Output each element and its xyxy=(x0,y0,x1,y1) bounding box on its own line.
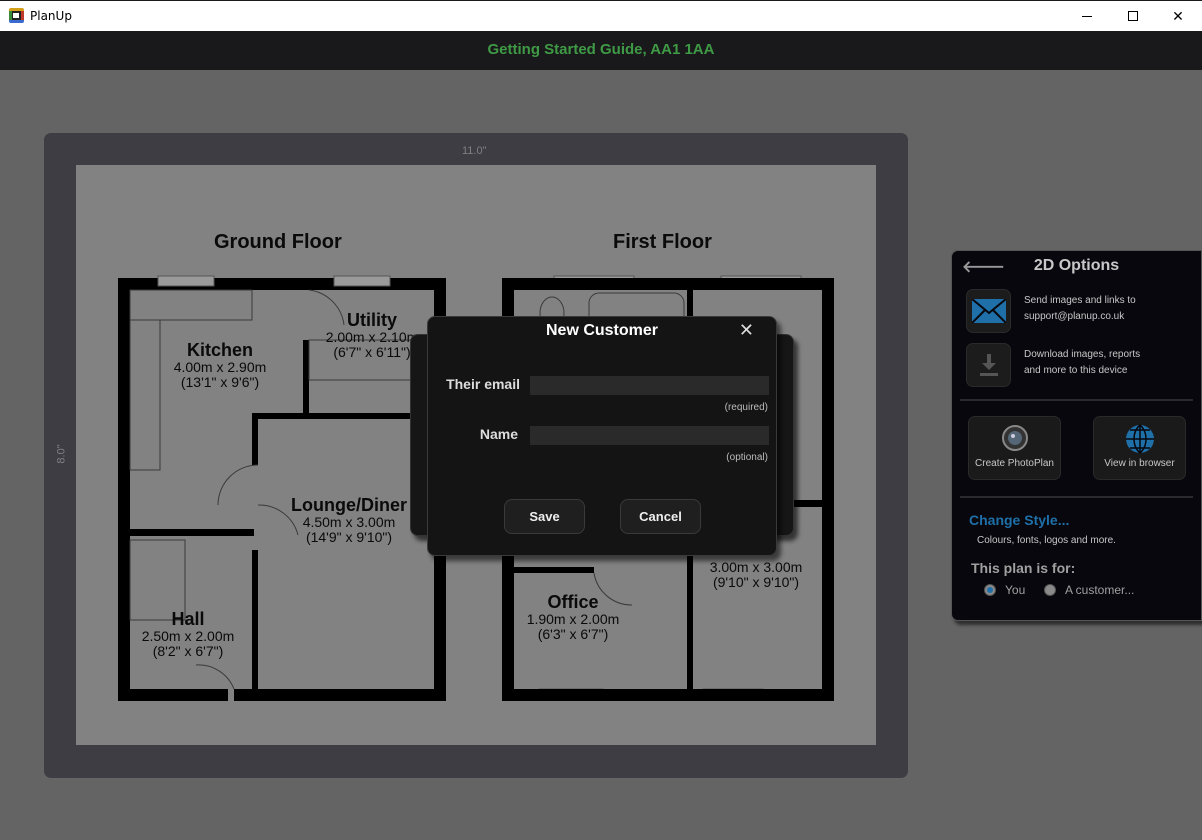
ruler-height-label: 8.0" xyxy=(55,444,68,464)
name-optional-hint: (optional) xyxy=(726,452,768,463)
room-kitchen[interactable]: Kitchen 4.00m x 2.90m (13'1" x 9'6") xyxy=(160,340,280,390)
close-icon: ✕ xyxy=(738,320,754,340)
room-name: Kitchen xyxy=(186,340,253,360)
email-required-hint: (required) xyxy=(724,402,768,413)
room-office[interactable]: Office 1.90m x 2.00m (6'3" x 6'7") xyxy=(513,592,633,642)
room-name: Office xyxy=(547,592,599,612)
planup-app-icon xyxy=(9,8,24,23)
app-header: Getting Started Guide, AA1 1AA xyxy=(0,31,1202,70)
radio-customer-label: A customer... xyxy=(1065,583,1135,597)
wall xyxy=(822,278,834,701)
email-label: Their email xyxy=(446,376,520,392)
download-icon xyxy=(979,354,998,376)
globe-www-icon xyxy=(1125,424,1154,454)
new-customer-dialog: New Customer ✕ Their email (required) Na… xyxy=(427,316,777,556)
window-titlebar: PlanUp ✕ xyxy=(0,0,1202,31)
room-lounge-diner[interactable]: Lounge/Diner 4.50m x 3.00m (14'9" x 9'10… xyxy=(276,495,422,545)
change-style-description: Colours, fonts, logos and more. xyxy=(977,535,1116,546)
room-imperial: (8'2" x 6'7") xyxy=(152,643,224,659)
wall xyxy=(234,689,446,701)
wall xyxy=(252,550,258,690)
dialog-title: New Customer xyxy=(545,322,659,339)
camera-lens-icon xyxy=(1001,425,1028,451)
document-title: Getting Started Guide, AA1 1AA xyxy=(487,41,715,58)
room-imperial: (6'3" x 6'7") xyxy=(537,626,609,642)
window xyxy=(333,275,391,287)
door-swing xyxy=(217,464,259,506)
first-floor-title: First Floor xyxy=(613,231,712,253)
minimize-button[interactable] xyxy=(1064,1,1110,31)
room-imperial: (13'1" x 9'6") xyxy=(180,374,260,390)
room-metric: 2.50m x 2.00m xyxy=(141,628,235,644)
send-email-description: Send images and links to support@planup.… xyxy=(1024,295,1136,322)
wall xyxy=(252,415,258,465)
window xyxy=(157,275,215,287)
window-title: PlanUp xyxy=(30,9,72,23)
create-photoplan-button[interactable]: Create PhotoPlan xyxy=(968,416,1061,480)
divider xyxy=(960,496,1193,498)
send-email-button[interactable] xyxy=(966,289,1011,333)
maximize-button[interactable] xyxy=(1110,1,1156,31)
room-name: Lounge/Diner xyxy=(291,495,407,515)
radio-selected-icon xyxy=(984,584,996,596)
room-imperial: (9'10" x 9'10") xyxy=(712,574,800,590)
room-metric: 4.50m x 3.00m xyxy=(302,514,396,530)
view-in-browser-button[interactable]: View in browser xyxy=(1093,416,1186,480)
close-window-button[interactable]: ✕ xyxy=(1155,1,1201,31)
close-icon: ✕ xyxy=(1172,7,1184,24)
minimize-icon xyxy=(1082,15,1092,17)
radio-unselected-icon xyxy=(1044,584,1056,596)
room-name: Hall xyxy=(171,609,205,629)
email-input[interactable] xyxy=(530,376,769,395)
room-metric: 3.00m x 3.00m xyxy=(709,559,803,575)
kitchen-side-counter xyxy=(129,319,161,471)
browser-label: View in browser xyxy=(1104,458,1175,469)
wall xyxy=(502,689,834,701)
maximize-icon xyxy=(1128,11,1138,21)
kitchen-counter xyxy=(129,289,253,321)
photoplan-label: Create PhotoPlan xyxy=(975,458,1054,469)
cancel-button[interactable]: Cancel xyxy=(620,499,701,534)
stairs xyxy=(129,539,186,621)
radio-you[interactable]: You xyxy=(984,583,1025,597)
wall xyxy=(252,413,434,419)
options-title: 2D Options xyxy=(1033,257,1120,274)
ground-floor-title: Ground Floor xyxy=(214,231,342,253)
download-button[interactable] xyxy=(966,343,1011,387)
room-metric: 1.90m x 2.00m xyxy=(526,611,620,627)
dialog-close-button[interactable]: ✕ xyxy=(739,320,754,341)
save-button[interactable]: Save xyxy=(504,499,585,534)
door-swing xyxy=(195,664,235,690)
plan-for-label: This plan is for: xyxy=(971,560,1076,576)
wall xyxy=(303,340,309,415)
radio-you-label: You xyxy=(1005,583,1026,597)
ruler-width-label: 11.0" xyxy=(462,145,487,157)
room-name: Utility xyxy=(346,310,397,330)
download-description: Download images, reports and more to thi… xyxy=(1024,349,1141,376)
envelope-icon xyxy=(971,299,1006,323)
change-style-link[interactable]: Change Style... xyxy=(969,512,1069,528)
wall xyxy=(502,278,834,290)
wall xyxy=(514,567,594,573)
room-hall[interactable]: Hall 2.50m x 2.00m (8'2" x 6'7") xyxy=(128,609,248,659)
room-metric: 4.00m x 2.90m xyxy=(173,359,267,375)
name-label: Name xyxy=(479,426,518,442)
name-input[interactable] xyxy=(530,426,769,445)
radio-customer[interactable]: A customer... xyxy=(1044,583,1134,597)
2d-options-panel: 🡐 2D Options Send images and links to su… xyxy=(951,250,1202,621)
room-imperial: (14'9" x 9'10") xyxy=(305,529,393,545)
divider xyxy=(960,399,1193,401)
wall xyxy=(130,529,254,536)
wall xyxy=(118,689,228,701)
